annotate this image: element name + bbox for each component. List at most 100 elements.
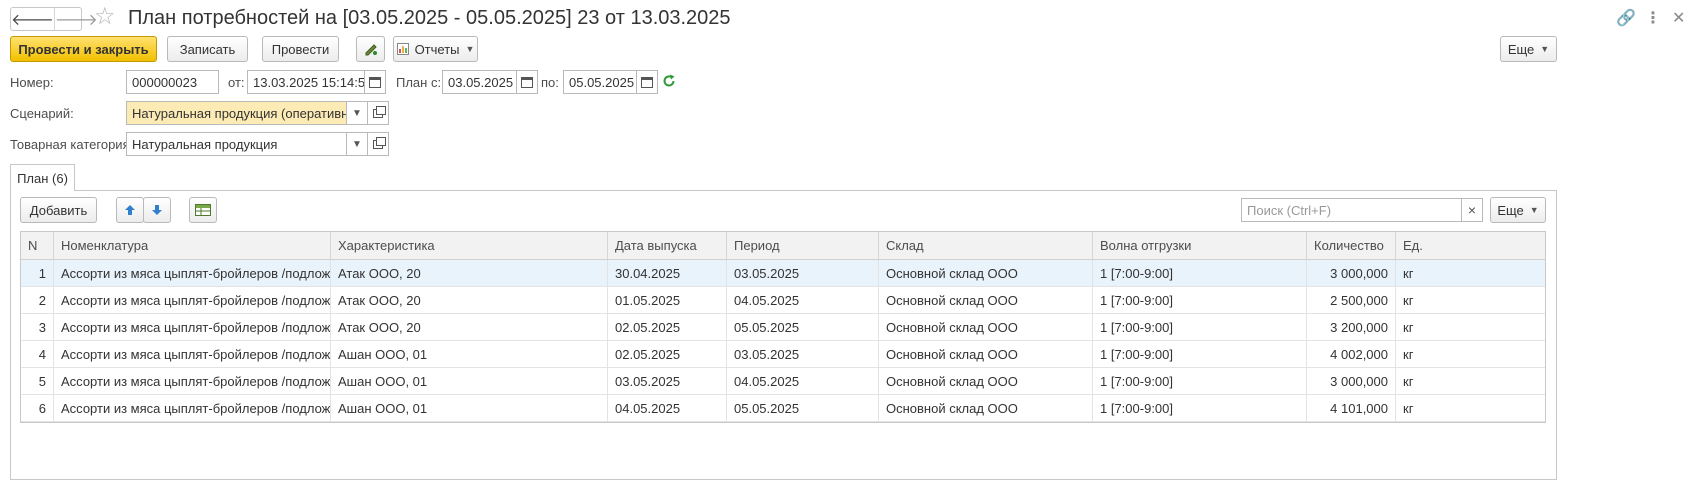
scenario-dropdown-button[interactable]: ▼ (346, 101, 368, 125)
column-header-nomenclature[interactable]: Номенклатура (54, 232, 331, 259)
warehouse-cell[interactable]: Основной склад ООО (879, 260, 1093, 286)
unit-cell[interactable]: кг (1396, 341, 1545, 367)
characteristic-cell[interactable]: Ашан ООО, 01 (331, 395, 608, 421)
post-button[interactable]: Провести (262, 36, 339, 62)
column-header-warehouse[interactable]: Склад (879, 232, 1093, 259)
shipping-wave-cell[interactable]: 1 [7:00-9:00] (1093, 368, 1307, 394)
table-row[interactable]: 6 Ассорти из мяса цыплят-бройлеров /подло… (21, 395, 1545, 422)
search-clear-button[interactable]: × (1461, 198, 1483, 222)
shipping-wave-cell[interactable]: 1 [7:00-9:00] (1093, 341, 1307, 367)
unit-cell[interactable]: кг (1396, 395, 1545, 421)
warehouse-cell[interactable]: Основной склад ООО (879, 341, 1093, 367)
quantity-cell[interactable]: 2 500,000 (1307, 287, 1396, 313)
row-number[interactable]: 6 (21, 395, 54, 421)
unit-cell[interactable]: кг (1396, 260, 1545, 286)
plan-from-field[interactable]: 03.05.2025 (442, 70, 517, 94)
period-cell[interactable]: 04.05.2025 (727, 287, 879, 313)
release-date-cell[interactable]: 02.05.2025 (608, 341, 727, 367)
nomenclature-cell[interactable]: Ассорти из мяса цыплят-бройлеров /подлож… (54, 287, 331, 313)
move-up-button[interactable] (116, 197, 144, 223)
column-header-quantity[interactable]: Количество (1307, 232, 1396, 259)
nomenclature-cell[interactable]: Ассорти из мяса цыплят-бройлеров /подлож… (54, 341, 331, 367)
unit-cell[interactable]: кг (1396, 287, 1545, 313)
close-icon[interactable]: ✕ (1672, 8, 1685, 28)
release-date-cell[interactable]: 04.05.2025 (608, 395, 727, 421)
period-cell[interactable]: 05.05.2025 (727, 395, 879, 421)
calendar-button[interactable] (364, 70, 386, 94)
back-arrow-icon[interactable]: 🡐 (11, 8, 54, 30)
row-number[interactable]: 3 (21, 314, 54, 340)
scenario-open-button[interactable] (367, 101, 389, 125)
forward-arrow-icon[interactable]: 🡒 (53, 8, 98, 30)
plan-to-field[interactable]: 05.05.2025 (563, 70, 637, 94)
nomenclature-cell[interactable]: Ассорти из мяса цыплят-бройлеров /подлож… (54, 260, 331, 286)
row-number[interactable]: 4 (21, 341, 54, 367)
table-more-button[interactable]: Еще ▼ (1490, 197, 1546, 223)
calendar-button[interactable] (636, 70, 658, 94)
document-date-field[interactable]: 13.03.2025 15:14:50 (247, 70, 365, 94)
quantity-cell[interactable]: 3 000,000 (1307, 368, 1396, 394)
more-vertical-icon[interactable]: ⋮ (1645, 8, 1661, 28)
release-date-cell[interactable]: 01.05.2025 (608, 287, 727, 313)
refresh-icon[interactable] (662, 74, 676, 88)
unit-cell[interactable]: кг (1396, 314, 1545, 340)
column-header-shipping-wave[interactable]: Волна отгрузки (1093, 232, 1307, 259)
category-dropdown-button[interactable]: ▼ (346, 132, 368, 156)
table-row[interactable]: 5 Ассорти из мяса цыплят-бройлеров /подло… (21, 368, 1545, 395)
number-field[interactable]: 000000023 (126, 70, 219, 94)
shipping-wave-cell[interactable]: 1 [7:00-9:00] (1093, 260, 1307, 286)
shipping-wave-cell[interactable]: 1 [7:00-9:00] (1093, 287, 1307, 313)
characteristic-cell[interactable]: Ашан ООО, 01 (331, 341, 608, 367)
scenario-field[interactable]: Натуральная продукция (оперативный (126, 101, 347, 125)
fill-table-button[interactable] (189, 197, 217, 223)
column-header-characteristic[interactable]: Характеристика (331, 232, 608, 259)
column-header-release-date[interactable]: Дата выпуска (608, 232, 727, 259)
characteristic-cell[interactable]: Ашан ООО, 01 (331, 368, 608, 394)
calendar-button[interactable] (516, 70, 538, 94)
row-number[interactable]: 5 (21, 368, 54, 394)
edit-pencil-button[interactable] (356, 36, 385, 62)
quantity-cell[interactable]: 3 200,000 (1307, 314, 1396, 340)
table-row[interactable]: 4 Ассорти из мяса цыплят-бройлеров /подло… (21, 341, 1545, 368)
period-cell[interactable]: 03.05.2025 (727, 260, 879, 286)
period-cell[interactable]: 04.05.2025 (727, 368, 879, 394)
warehouse-cell[interactable]: Основной склад ООО (879, 287, 1093, 313)
quantity-cell[interactable]: 4 101,000 (1307, 395, 1396, 421)
save-button[interactable]: Записать (167, 36, 248, 62)
column-header-unit[interactable]: Ед. (1396, 232, 1545, 259)
quantity-cell[interactable]: 4 002,000 (1307, 341, 1396, 367)
add-button[interactable]: Добавить (20, 197, 97, 223)
star-icon[interactable]: ☆ (94, 5, 116, 29)
release-date-cell[interactable]: 30.04.2025 (608, 260, 727, 286)
category-field[interactable]: Натуральная продукция (126, 132, 347, 156)
release-date-cell[interactable]: 02.05.2025 (608, 314, 727, 340)
tab-plan[interactable]: План (6) (10, 164, 75, 191)
reports-button[interactable]: Отчеты ▼ (393, 36, 478, 62)
shipping-wave-cell[interactable]: 1 [7:00-9:00] (1093, 395, 1307, 421)
column-header-n[interactable]: N (21, 232, 54, 259)
search-input[interactable]: Поиск (Ctrl+F) (1241, 198, 1462, 222)
warehouse-cell[interactable]: Основной склад ООО (879, 314, 1093, 340)
link-icon[interactable]: 🔗 (1616, 8, 1636, 28)
column-header-period[interactable]: Период (727, 232, 879, 259)
period-cell[interactable]: 03.05.2025 (727, 341, 879, 367)
row-number[interactable]: 1 (21, 260, 54, 286)
table-row[interactable]: 3 Ассорти из мяса цыплят-бройлеров /подло… (21, 314, 1545, 341)
characteristic-cell[interactable]: Атак ООО, 20 (331, 287, 608, 313)
quantity-cell[interactable]: 3 000,000 (1307, 260, 1396, 286)
period-cell[interactable]: 05.05.2025 (727, 314, 879, 340)
unit-cell[interactable]: кг (1396, 368, 1545, 394)
nomenclature-cell[interactable]: Ассорти из мяса цыплят-бройлеров /подлож… (54, 368, 331, 394)
row-number[interactable]: 2 (21, 287, 54, 313)
nomenclature-cell[interactable]: Ассорти из мяса цыплят-бройлеров /подлож… (54, 314, 331, 340)
move-down-button[interactable] (143, 197, 171, 223)
release-date-cell[interactable]: 03.05.2025 (608, 368, 727, 394)
warehouse-cell[interactable]: Основной склад ООО (879, 395, 1093, 421)
warehouse-cell[interactable]: Основной склад ООО (879, 368, 1093, 394)
characteristic-cell[interactable]: Атак ООО, 20 (331, 260, 608, 286)
more-button[interactable]: Еще ▼ (1500, 36, 1557, 62)
post-and-close-button[interactable]: Провести и закрыть (10, 36, 157, 62)
table-row[interactable]: 2 Ассорти из мяса цыплят-бройлеров /подло… (21, 287, 1545, 314)
table-row[interactable]: 1 Ассорти из мяса цыплят-бройлеров /подло… (21, 260, 1545, 287)
shipping-wave-cell[interactable]: 1 [7:00-9:00] (1093, 314, 1307, 340)
